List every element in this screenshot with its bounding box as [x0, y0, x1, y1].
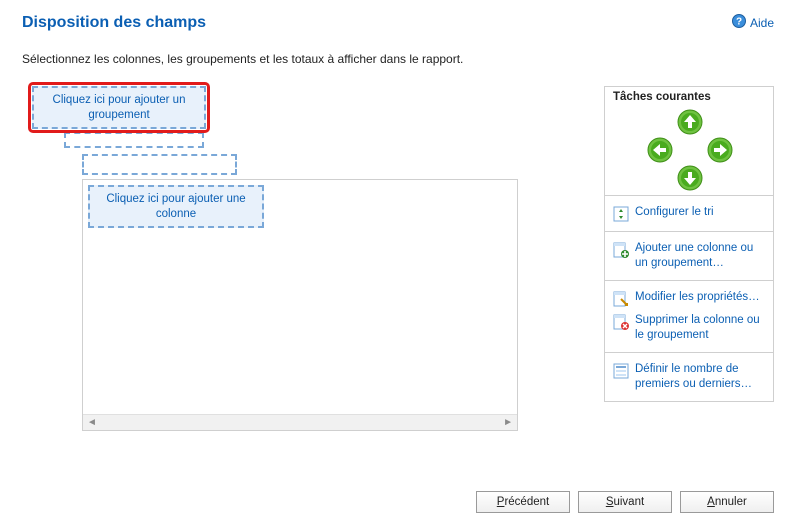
help-link[interactable]: ? Aide [732, 14, 774, 31]
cancel-button[interactable]: Annuler [680, 491, 774, 513]
chevron-right-icon: ► [503, 417, 513, 428]
properties-icon [613, 291, 629, 307]
next-button[interactable]: Suivant [578, 491, 672, 513]
help-icon: ? [732, 14, 746, 31]
move-arrows [605, 105, 773, 195]
chevron-left-icon: ◄ [87, 417, 97, 428]
top-n-link[interactable]: Définir le nombre de premiers ou dernier… [609, 359, 769, 395]
delete-column-group-link[interactable]: Supprimer la colonne ou le groupement [609, 310, 769, 346]
add-group-label: Cliquez ici pour ajouter un groupement [40, 93, 198, 122]
sort-icon [613, 206, 629, 222]
tasks-panel: Tâches courantes [604, 86, 774, 402]
page-title: Disposition des champs [22, 14, 206, 32]
group-placeholder [82, 154, 237, 175]
delete-icon [613, 314, 629, 330]
group-placeholder [64, 132, 204, 148]
add-icon [613, 242, 629, 258]
configure-sort-link[interactable]: Configurer le tri [609, 202, 769, 225]
task-label: Ajouter une colonne ou un groupement… [635, 241, 765, 271]
add-column-button[interactable]: Cliquez ici pour ajouter une colonne [88, 185, 264, 228]
svg-text:?: ? [736, 17, 742, 28]
add-group-button[interactable]: Cliquez ici pour ajouter un groupement [32, 86, 206, 129]
arrow-down-icon [677, 165, 703, 191]
design-area: Cliquez ici pour ajouter un groupement C… [22, 86, 564, 431]
arrow-right-icon [707, 137, 733, 163]
edit-properties-link[interactable]: Modifier les propriétés… [609, 287, 769, 310]
arrow-left-icon [647, 137, 673, 163]
columns-frame: Cliquez ici pour ajouter une colonne ◄ ► [82, 179, 518, 431]
previous-button[interactable]: Précédent [476, 491, 570, 513]
topn-icon [613, 363, 629, 379]
move-right-button[interactable] [707, 137, 733, 163]
arrow-up-icon [677, 109, 703, 135]
task-label: Définir le nombre de premiers ou dernier… [635, 362, 765, 392]
move-left-button[interactable] [647, 137, 673, 163]
task-label: Supprimer la colonne ou le groupement [635, 313, 765, 343]
horizontal-scrollbar[interactable]: ◄ ► [83, 414, 517, 430]
task-label: Configurer le tri [635, 205, 714, 220]
move-up-button[interactable] [677, 109, 703, 135]
move-down-button[interactable] [677, 165, 703, 191]
tasks-header: Tâches courantes [605, 87, 773, 105]
help-link-label: Aide [750, 16, 774, 30]
instructions-text: Sélectionnez les colonnes, les groupemen… [22, 52, 774, 66]
task-label: Modifier les propriétés… [635, 290, 760, 305]
add-column-label: Cliquez ici pour ajouter une colonne [96, 192, 256, 221]
add-column-group-link[interactable]: Ajouter une colonne ou un groupement… [609, 238, 769, 274]
wizard-buttons: Précédent Suivant Annuler [476, 491, 774, 513]
